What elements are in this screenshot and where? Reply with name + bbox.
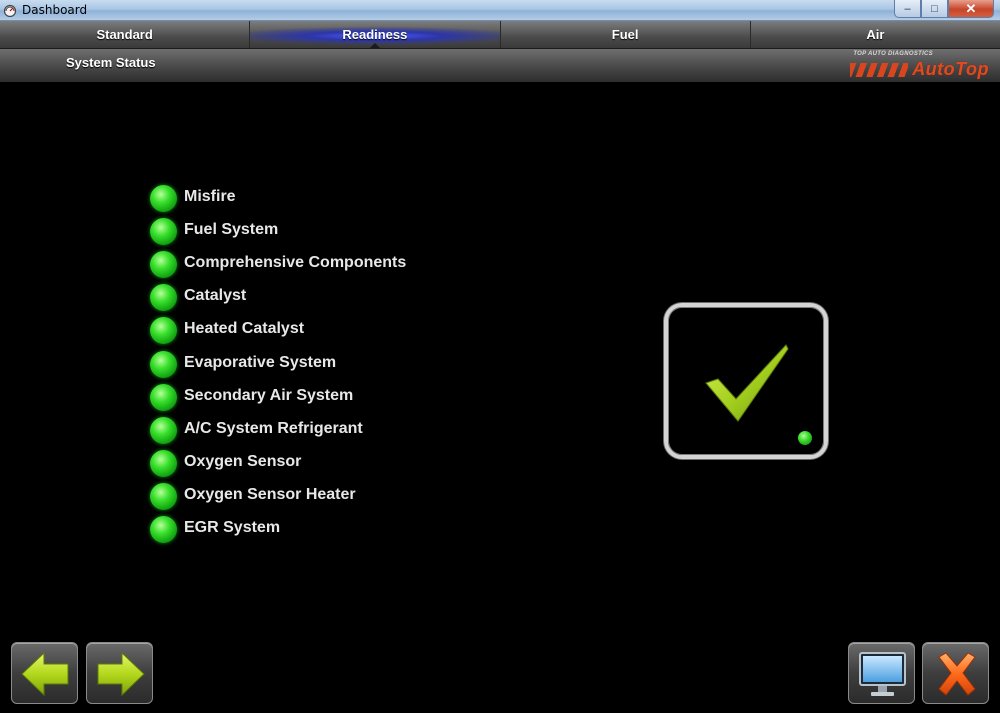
logo-brand: AutoTop bbox=[912, 59, 989, 79]
readiness-label: Comprehensive Components bbox=[184, 254, 407, 271]
readiness-label: EGR System bbox=[184, 519, 281, 536]
status-led-icon bbox=[150, 483, 177, 510]
readiness-label: Heated Catalyst bbox=[184, 320, 305, 337]
readiness-label: Oxygen Sensor bbox=[184, 453, 302, 470]
arrow-right-icon bbox=[97, 651, 145, 697]
checkmark-icon bbox=[705, 344, 789, 422]
maximize-button[interactable]: □ bbox=[921, 0, 948, 18]
minimize-button[interactable]: – bbox=[894, 0, 921, 18]
logo-stripes bbox=[850, 63, 908, 77]
readiness-label: A/C System Refrigerant bbox=[184, 420, 363, 437]
readiness-label: Secondary Air System bbox=[184, 387, 354, 404]
status-led-icon bbox=[150, 516, 177, 543]
status-led-icon bbox=[150, 384, 177, 411]
section-title: System Status bbox=[66, 55, 156, 70]
status-led-icon bbox=[150, 417, 177, 444]
status-led-icon bbox=[150, 351, 177, 378]
readiness-label: Catalyst bbox=[184, 287, 247, 304]
exit-button[interactable] bbox=[922, 642, 989, 704]
overall-status-box bbox=[664, 303, 828, 459]
window-title: Dashboard bbox=[22, 3, 88, 17]
status-led-icon bbox=[150, 218, 177, 245]
close-x-icon bbox=[938, 652, 976, 696]
next-button[interactable] bbox=[86, 642, 153, 704]
tab-label: Readiness bbox=[342, 27, 408, 42]
tab-label: Air bbox=[866, 27, 885, 42]
monitor-icon bbox=[859, 652, 906, 696]
window-titlebar: Dashboard – □ ✕ bbox=[0, 0, 1000, 21]
readiness-label: Fuel System bbox=[184, 221, 279, 238]
brand-logo: TOP AUTO DIAGNOSTICS AutoTop bbox=[848, 51, 993, 81]
status-led-icon bbox=[150, 317, 177, 344]
readiness-label: Evaporative System bbox=[184, 354, 337, 371]
status-led-icon bbox=[150, 185, 177, 212]
close-window-button[interactable]: ✕ bbox=[948, 0, 994, 18]
back-button[interactable] bbox=[11, 642, 78, 704]
tab-fuel[interactable]: Fuel bbox=[501, 21, 751, 48]
tab-label: Standard bbox=[96, 27, 153, 42]
tab-air[interactable]: Air bbox=[751, 21, 1000, 48]
tab-bar: Standard Readiness Fuel Air bbox=[0, 21, 1000, 49]
logo-tagline: TOP AUTO DIAGNOSTICS bbox=[853, 51, 933, 57]
status-led-icon bbox=[150, 450, 177, 477]
arrow-left-icon bbox=[21, 651, 69, 697]
tab-standard[interactable]: Standard bbox=[0, 21, 251, 48]
readiness-label: Oxygen Sensor Heater bbox=[184, 486, 356, 503]
readiness-label: Misfire bbox=[184, 188, 236, 205]
tab-label: Fuel bbox=[611, 27, 639, 42]
status-indicator-icon bbox=[798, 431, 812, 445]
tab-readiness[interactable]: Readiness bbox=[250, 21, 501, 49]
display-button[interactable] bbox=[848, 642, 915, 704]
status-led-icon bbox=[150, 251, 177, 278]
status-led-icon bbox=[150, 284, 177, 311]
app-icon bbox=[3, 4, 17, 17]
window-controls: – □ ✕ bbox=[894, 0, 994, 18]
section-header: System Status TOP AUTO DIAGNOSTICS AutoT… bbox=[0, 48, 1000, 82]
